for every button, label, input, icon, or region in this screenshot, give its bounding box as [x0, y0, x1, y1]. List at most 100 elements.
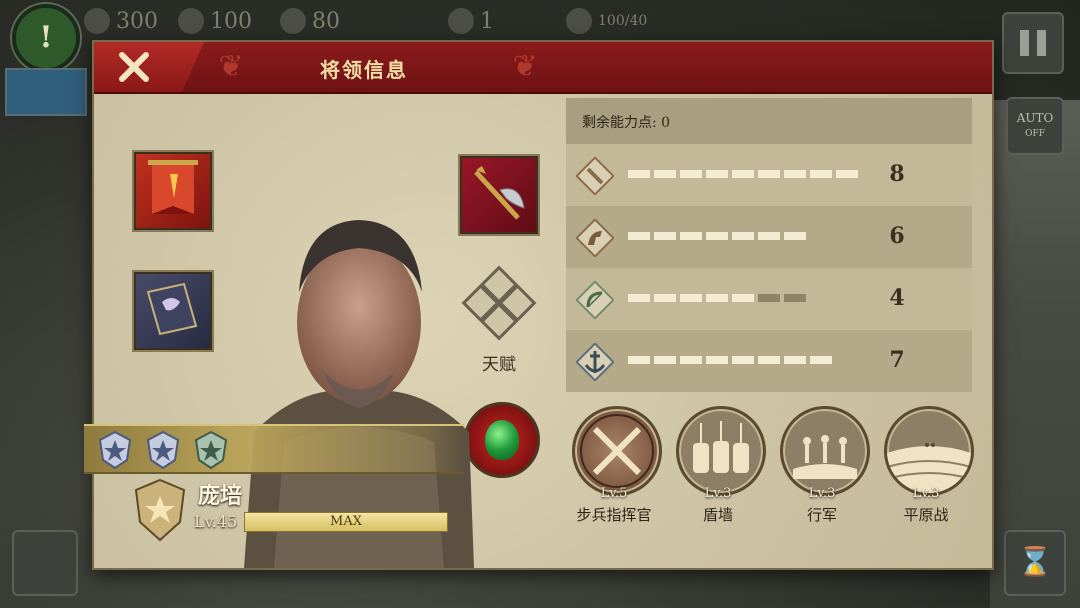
stat-segment [680, 356, 702, 364]
skill-disc [572, 406, 662, 496]
gold-coin-icon [84, 8, 110, 34]
stat-segment [628, 294, 650, 302]
stat-segment [758, 170, 780, 178]
talent-label: 天赋 [482, 355, 516, 375]
shield-wall-icon [693, 421, 749, 473]
xp-bar: MAX [244, 512, 448, 532]
troops: 100/40 [566, 8, 647, 34]
skill-level: Lv.3 [808, 486, 836, 501]
sword-icon [576, 157, 614, 195]
stat-segment [836, 170, 858, 178]
stat-segment [706, 232, 728, 240]
rank-badge-icon [98, 430, 132, 470]
stat-bar [628, 170, 858, 178]
stat-segment [758, 294, 780, 302]
alert-button[interactable]: ! [12, 4, 80, 72]
rank-bar [84, 424, 464, 474]
book-icon [146, 282, 198, 336]
resource-value: 80 [312, 8, 340, 34]
stat-value: 6 [889, 223, 905, 249]
banner-slot[interactable] [132, 150, 214, 232]
skill-march[interactable]: Lv.3 行军 [774, 404, 870, 534]
close-button[interactable] [94, 42, 204, 92]
laurel-left-icon: ❦ [218, 49, 244, 84]
stat-value: 7 [889, 347, 905, 373]
stat-segment [628, 170, 650, 178]
stat-value: 8 [889, 161, 905, 187]
hammer-icon [178, 8, 204, 34]
horse-icon [576, 219, 614, 257]
pause-icon [1020, 30, 1029, 56]
book-slot[interactable] [132, 270, 214, 352]
skill-name: 平原战 [903, 506, 949, 524]
panel-title: 将领信息 [320, 58, 408, 82]
stat-segment [758, 356, 780, 364]
gem-slot[interactable] [464, 402, 540, 478]
skill-shield-wall[interactable]: Lv.3 盾墙 [670, 404, 766, 534]
resource-scroll: 80 [280, 8, 340, 34]
resource-gold: 300 [84, 8, 158, 34]
skill-disc [676, 406, 766, 496]
stat-segment [732, 356, 754, 364]
stat-bar [628, 294, 806, 302]
skill-name: 盾墙 [702, 506, 733, 524]
rank-badge-icon [194, 430, 228, 470]
stats-panel: 剩余能力点: 0 8 6 4 7 [566, 98, 972, 394]
hourglass-button[interactable]: ⌛ [1004, 530, 1066, 596]
soldier-icon [566, 8, 592, 34]
stat-segment [680, 170, 702, 178]
plains-icon [887, 443, 971, 493]
stat-row-naval: 7 [566, 330, 972, 392]
stat-segment [706, 356, 728, 364]
banner-icon [148, 160, 198, 214]
panel-header: ❦ 将领信息 ❦ [94, 42, 992, 94]
skill-name: 行军 [806, 506, 837, 524]
stat-segment [758, 232, 780, 240]
minimap[interactable] [5, 68, 87, 116]
army-count: 1 [448, 8, 494, 34]
skill-plains-battle[interactable]: Lv.3 平原战 [878, 404, 974, 534]
skill-disc [780, 406, 870, 496]
bow-icon [576, 281, 614, 319]
laurel-right-icon: ❦ [512, 49, 538, 84]
stat-row-cavalry: 6 [566, 206, 972, 268]
close-icon [119, 52, 149, 82]
hourglass-icon: ⌛ [1017, 545, 1053, 578]
stat-value: 4 [889, 285, 905, 311]
stat-segment [654, 232, 676, 240]
troops-value: 100/40 [598, 13, 648, 29]
pause-button[interactable] [1002, 12, 1064, 74]
map-tool-button[interactable] [12, 530, 78, 596]
auto-battle-button[interactable]: AUTO OFF [1006, 97, 1064, 155]
stat-segment [784, 294, 806, 302]
stat-segment [784, 232, 806, 240]
army-count-value: 1 [480, 8, 494, 34]
skill-level: Lv.5 [600, 486, 628, 501]
resource-value: 100 [210, 8, 252, 34]
stat-segment [628, 356, 650, 364]
crossed-swords-icon [580, 414, 654, 488]
stat-segment [654, 170, 676, 178]
ability-points-row: 剩余能力点: 0 [566, 98, 972, 144]
ability-points-label: 剩余能力点: 0 [582, 115, 671, 131]
stat-segment [706, 170, 728, 178]
top-hud: ! 300 100 80 1 100/40 [0, 0, 1080, 72]
stat-segment [706, 294, 728, 302]
skill-name: 步兵指挥官 [576, 506, 652, 524]
scroll-icon [280, 8, 306, 34]
stat-row-infantry: 8 [566, 144, 972, 206]
stat-segment [628, 232, 650, 240]
stat-segment [654, 294, 676, 302]
stat-segment [680, 232, 702, 240]
xp-label: MAX [330, 514, 362, 529]
skill-infantry-commander[interactable]: Lv.5 步兵指挥官 [566, 404, 662, 534]
resource-value: 300 [116, 8, 158, 34]
star-shield-icon [134, 478, 186, 542]
stat-segment [810, 170, 832, 178]
skill-level: Lv.3 [912, 486, 940, 501]
auto-label: AUTO [1016, 111, 1054, 125]
anchor-icon [576, 343, 614, 381]
general-level: Lv.45 [194, 512, 238, 531]
skill-disc [884, 406, 974, 496]
stat-segment [784, 356, 806, 364]
